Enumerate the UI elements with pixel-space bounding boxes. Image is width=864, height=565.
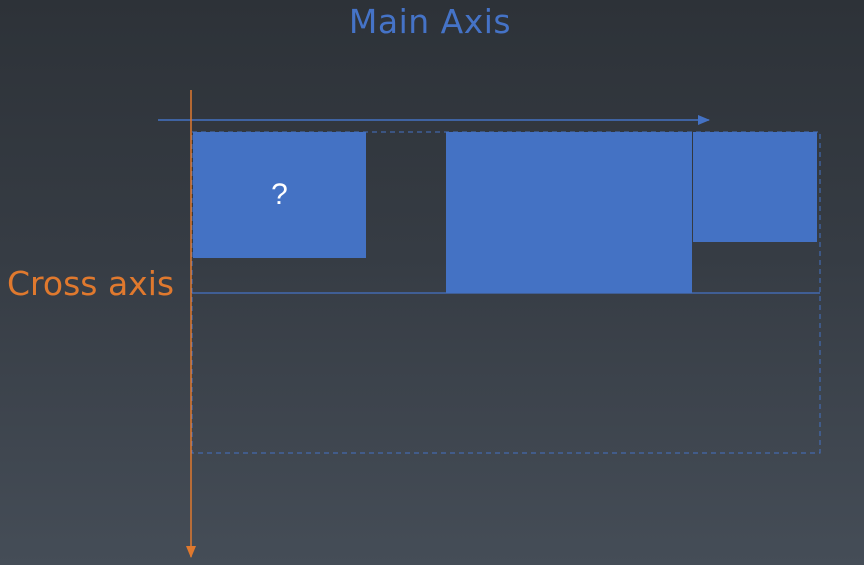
cross-axis-label: Cross axis: [7, 264, 175, 303]
flex-item-1-label: ?: [271, 178, 288, 211]
flex-item-3: [693, 132, 817, 242]
flex-item-2: [446, 132, 692, 293]
